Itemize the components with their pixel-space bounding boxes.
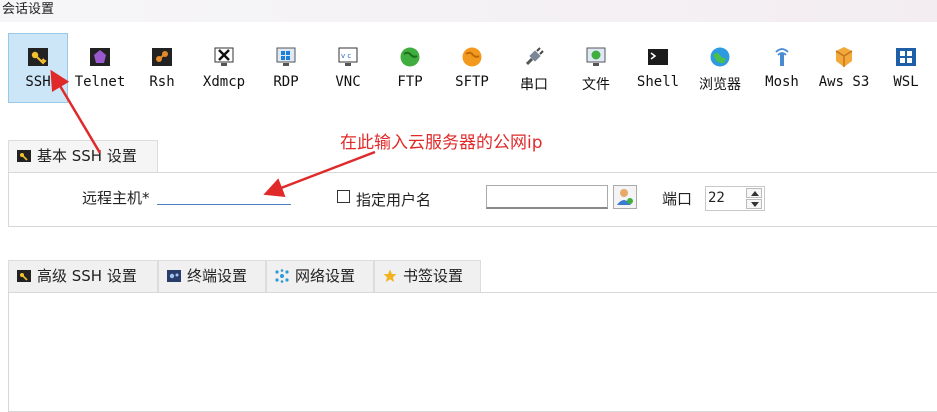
protocol-ftp[interactable]: FTP — [380, 33, 440, 103]
protocol-label: Mosh — [765, 74, 799, 90]
protocol-label: VNC — [335, 74, 361, 90]
remote-host-label: 远程主机* — [82, 189, 150, 207]
terminal-icon — [167, 270, 181, 282]
tab-label: 网络设置 — [295, 267, 356, 285]
select-user-button[interactable] — [613, 185, 637, 209]
serial-plug-icon — [525, 47, 544, 66]
tab-label: 高级 SSH 设置 — [37, 267, 137, 285]
network-icon — [275, 269, 289, 283]
protocol-rdp[interactable]: RDP — [256, 33, 316, 103]
sftp-globe-icon — [462, 47, 482, 67]
protocol-label: Shell — [636, 74, 680, 90]
xdmcp-icon — [214, 47, 234, 66]
windows-icon — [896, 48, 916, 66]
tab-network-settings[interactable]: 网络设置 — [266, 260, 374, 293]
protocol-rsh[interactable]: Rsh — [132, 33, 192, 103]
key-icon — [28, 48, 48, 66]
protocol-label: 串口 — [520, 77, 548, 93]
protocol-label: 浏览器 — [699, 77, 741, 93]
port-spinbox[interactable]: 22 — [705, 186, 765, 211]
protocol-label: Xdmcp — [202, 74, 246, 90]
tab-label: 书签设置 — [403, 267, 464, 285]
shell-icon — [648, 49, 668, 65]
protocol-telnet[interactable]: Telnet — [70, 33, 130, 103]
svg-text:v c: v c — [341, 52, 351, 60]
key-icon — [17, 270, 31, 282]
protocol-label: Telnet — [74, 74, 126, 90]
tab-label: 基本 SSH 设置 — [37, 147, 137, 165]
key-icon — [17, 150, 31, 162]
tab-advanced-ssh-settings[interactable]: 高级 SSH 设置 — [8, 260, 158, 293]
protocol-label: FTP — [397, 74, 423, 90]
ftp-globe-icon — [400, 47, 420, 67]
file-icon — [586, 47, 606, 66]
rsh-icon — [152, 48, 172, 66]
protocol-wsl[interactable]: WSL — [876, 33, 936, 103]
tab-basic-ssh-settings[interactable]: 基本 SSH 设置 — [8, 140, 158, 173]
chevron-down-icon — [751, 202, 759, 207]
protocol-toolbar: SSH Telnet Rsh Xdmcp RDP v c VNC FTP SFT… — [8, 33, 937, 103]
tab-terminal-settings[interactable]: 终端设置 — [158, 260, 266, 293]
mosh-icon — [775, 48, 789, 66]
protocol-label: SSH — [25, 74, 51, 90]
telnet-icon — [90, 48, 110, 66]
protocol-browser[interactable]: 浏览器 — [690, 33, 750, 103]
protocol-sftp[interactable]: SFTP — [442, 33, 502, 103]
protocol-label: SFTP — [455, 74, 489, 90]
protocol-label: WSL — [893, 74, 919, 90]
port-increment-button[interactable] — [746, 188, 762, 198]
protocol-serial[interactable]: 串口 — [504, 33, 564, 103]
vnc-icon: v c — [338, 47, 358, 66]
protocol-ssh[interactable]: SSH — [8, 33, 68, 103]
tab-label: 终端设置 — [187, 267, 248, 285]
port-label: 端口 — [662, 190, 693, 208]
aws-s3-icon — [835, 47, 853, 67]
protocol-label: Rsh — [149, 74, 175, 90]
port-decrement-button[interactable] — [746, 199, 762, 209]
specify-username-checkbox[interactable] — [337, 190, 350, 203]
rdp-icon — [276, 47, 296, 66]
specify-username-label: 指定用户名 — [356, 191, 432, 209]
protocol-shell[interactable]: Shell — [628, 33, 688, 103]
protocol-vnc[interactable]: v c VNC — [318, 33, 378, 103]
annotation-text: 在此输入云服务器的公网ip — [340, 133, 543, 153]
protocol-aws-s3[interactable]: Aws S3 — [814, 33, 874, 103]
username-input[interactable] — [486, 185, 608, 209]
browser-globe-icon — [710, 47, 730, 67]
remote-host-input[interactable] — [157, 185, 291, 205]
tab-bookmark-settings[interactable]: 书签设置 — [374, 260, 481, 293]
user-icon — [617, 189, 633, 205]
window-title: 会话设置 — [0, 0, 937, 22]
star-icon — [383, 269, 397, 282]
port-value: 22 — [708, 190, 725, 206]
protocol-xdmcp[interactable]: Xdmcp — [194, 33, 254, 103]
chevron-up-icon — [751, 191, 759, 196]
protocol-mosh[interactable]: Mosh — [752, 33, 812, 103]
protocol-label: Aws S3 — [818, 74, 870, 90]
protocol-file[interactable]: 文件 — [566, 33, 626, 103]
protocol-label: RDP — [273, 74, 299, 90]
protocol-label: 文件 — [582, 77, 610, 93]
settings-detail-panel — [8, 292, 937, 412]
